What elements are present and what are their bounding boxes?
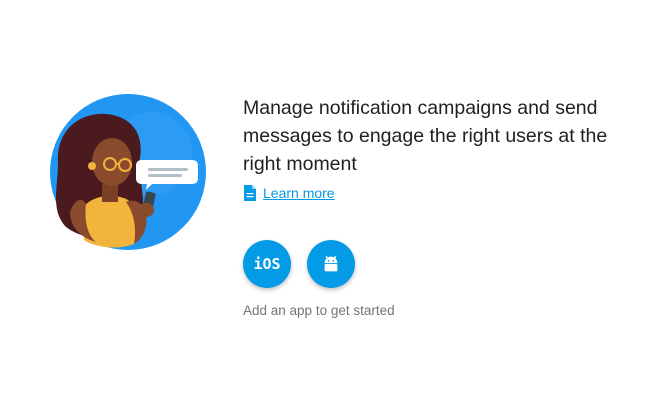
- learn-more-label: Learn more: [263, 185, 335, 201]
- messaging-empty-state: Manage notification campaigns and send m…: [0, 0, 657, 417]
- woman-with-phone-illustration: [50, 94, 206, 250]
- android-icon: [324, 256, 338, 272]
- learn-more-link[interactable]: Learn more: [243, 185, 335, 201]
- add-app-hint: Add an app to get started: [243, 303, 395, 318]
- ios-icon: iOS: [253, 255, 281, 273]
- document-icon: [244, 185, 256, 201]
- add-ios-app-button[interactable]: iOS: [243, 240, 291, 288]
- add-android-app-button[interactable]: [307, 240, 355, 288]
- headline: Manage notification campaigns and send m…: [243, 97, 608, 175]
